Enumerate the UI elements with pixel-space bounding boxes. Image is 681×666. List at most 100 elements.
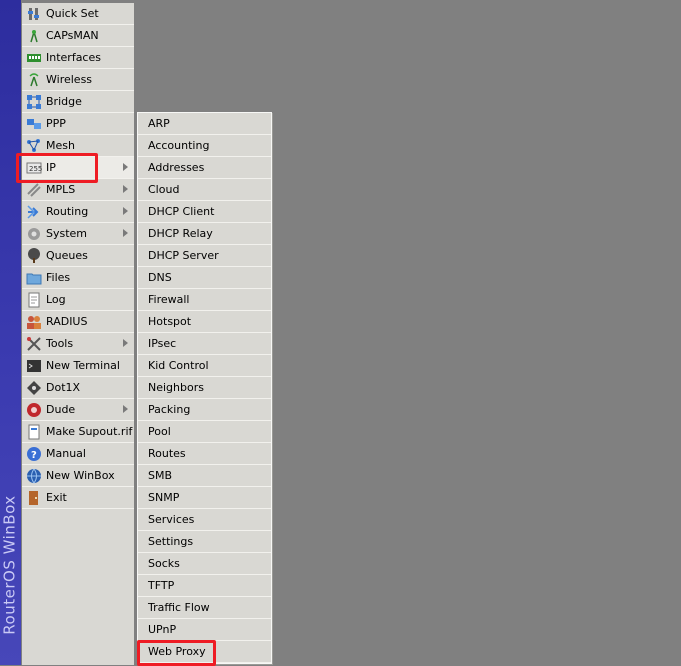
menu-item-files[interactable]: Files [22, 267, 134, 289]
ip-submenu-item-services[interactable]: Services [138, 509, 271, 531]
menu-item-label: PPP [46, 117, 66, 130]
menu-item-new-winbox[interactable]: New WinBox [22, 465, 134, 487]
main-menu: Quick Set CAPsMAN Interfaces Wireless Bridge… [22, 3, 134, 509]
menu-item-label: New WinBox [46, 469, 115, 482]
wireless-antenna-icon [26, 72, 42, 88]
ip-submenu-item-pool[interactable]: Pool [138, 421, 271, 443]
menu-item-label: Mesh [46, 139, 75, 152]
ip-icon: 255 [26, 160, 42, 176]
menu-item-dot1x[interactable]: Dot1X [22, 377, 134, 399]
ip-submenu-item-dhcp-client[interactable]: DHCP Client [138, 201, 271, 223]
menu-item-label: Interfaces [46, 51, 101, 64]
menu-item-quick-set[interactable]: Quick Set [22, 3, 134, 25]
exit-door-icon [26, 490, 42, 506]
menu-item-queues[interactable]: Queues [22, 245, 134, 267]
capsman-antenna-icon [26, 28, 42, 44]
menu-item-routing[interactable]: Routing [22, 201, 134, 223]
ip-submenu-item-ipsec[interactable]: IPsec [138, 333, 271, 355]
menu-item-label: Log [46, 293, 66, 306]
ip-submenu-item-smb[interactable]: SMB [138, 465, 271, 487]
ip-submenu-item-routes[interactable]: Routes [138, 443, 271, 465]
menu-item-label: Exit [46, 491, 67, 504]
submenu-arrow-icon [123, 185, 128, 193]
menu-item-exit[interactable]: Exit [22, 487, 134, 509]
submenu-arrow-icon [123, 339, 128, 347]
interfaces-card-icon [26, 50, 42, 66]
brand-label: RouterOS WinBox [1, 495, 19, 635]
menu-item-label: RADIUS [46, 315, 88, 328]
menu-item-label: Dude [46, 403, 76, 416]
menu-item-tools[interactable]: Tools [22, 333, 134, 355]
menu-item-label: Dot1X [46, 381, 81, 394]
ip-submenu-item-neighbors[interactable]: Neighbors [138, 377, 271, 399]
menu-item-ip[interactable]: 255 IP [22, 157, 134, 179]
menu-item-label: Manual [46, 447, 86, 460]
main-menu-filler [22, 509, 134, 665]
quick-set-icon [26, 6, 42, 22]
submenu-arrow-icon [123, 207, 128, 215]
winbox-brand-sidebar: RouterOS WinBox [0, 0, 21, 665]
ppp-icon [26, 116, 42, 132]
ip-submenu-item-web-proxy[interactable]: Web Proxy [138, 641, 271, 663]
menu-item-capsman[interactable]: CAPsMAN [22, 25, 134, 47]
menu-item-mpls[interactable]: MPLS [22, 179, 134, 201]
ip-submenu-item-cloud[interactable]: Cloud [138, 179, 271, 201]
ip-submenu-item-dns[interactable]: DNS [138, 267, 271, 289]
ip-submenu-item-accounting[interactable]: Accounting [138, 135, 271, 157]
menu-item-label: New Terminal [46, 359, 120, 372]
menu-item-bridge[interactable]: Bridge [22, 91, 134, 113]
ip-submenu-item-addresses[interactable]: Addresses [138, 157, 271, 179]
system-gear-icon [26, 226, 42, 242]
ip-submenu-item-upnp[interactable]: UPnP [138, 619, 271, 641]
menu-item-label: IP [46, 161, 56, 174]
ip-submenu-item-traffic-flow[interactable]: Traffic Flow [138, 597, 271, 619]
ip-submenu-item-tftp[interactable]: TFTP [138, 575, 271, 597]
svg-text:?: ? [31, 450, 37, 461]
menu-item-new-terminal[interactable]: New Terminal [22, 355, 134, 377]
ip-submenu-item-firewall[interactable]: Firewall [138, 289, 271, 311]
dot1x-icon [26, 380, 42, 396]
submenu-arrow-icon [123, 163, 128, 171]
menu-item-label: Queues [46, 249, 88, 262]
menu-item-log[interactable]: Log [22, 289, 134, 311]
menu-item-label: CAPsMAN [46, 29, 99, 42]
menu-item-label: Routing [46, 205, 89, 218]
help-icon: ? [26, 446, 42, 462]
ip-submenu-item-kid-control[interactable]: Kid Control [138, 355, 271, 377]
menu-item-ppp[interactable]: PPP [22, 113, 134, 135]
ip-submenu-item-socks[interactable]: Socks [138, 553, 271, 575]
log-page-icon [26, 292, 42, 308]
ip-submenu-item-hotspot[interactable]: Hotspot [138, 311, 271, 333]
menu-item-label: Tools [46, 337, 74, 350]
menu-item-interfaces[interactable]: Interfaces [22, 47, 134, 69]
submenu-arrow-icon [123, 229, 128, 237]
menu-item-label: Quick Set [46, 7, 99, 20]
routing-icon [26, 204, 42, 220]
ip-submenu-item-arp[interactable]: ARP [138, 113, 271, 135]
menu-item-label: Wireless [46, 73, 93, 86]
supout-file-icon [26, 424, 42, 440]
menu-item-label: Files [46, 271, 71, 284]
ip-submenu-item-packing[interactable]: Packing [138, 399, 271, 421]
ip-submenu-item-snmp[interactable]: SNMP [138, 487, 271, 509]
ip-submenu: ARP Accounting Addresses Cloud DHCP Client DH… [137, 112, 272, 664]
menu-item-system[interactable]: System [22, 223, 134, 245]
submenu-arrow-icon [123, 405, 128, 413]
menu-item-label: Make Supout.rif [46, 425, 133, 438]
menu-item-manual[interactable]: ? Manual [22, 443, 134, 465]
bridge-icon [26, 94, 42, 110]
queues-tree-icon [26, 247, 42, 264]
mpls-icon [26, 182, 42, 198]
menu-item-make-supout-rif[interactable]: Make Supout.rif [22, 421, 134, 443]
ip-submenu-item-dhcp-relay[interactable]: DHCP Relay [138, 223, 271, 245]
menu-item-dude[interactable]: Dude [22, 399, 134, 421]
menu-item-mesh[interactable]: Mesh [22, 135, 134, 157]
folder-icon [26, 270, 42, 286]
menu-item-label: Bridge [46, 95, 82, 108]
menu-item-radius[interactable]: RADIUS [22, 311, 134, 333]
ip-submenu-item-settings[interactable]: Settings [138, 531, 271, 553]
menu-item-label: System [46, 227, 88, 240]
menu-item-wireless[interactable]: Wireless [22, 69, 134, 91]
svg-text:255: 255 [29, 165, 42, 173]
ip-submenu-item-dhcp-server[interactable]: DHCP Server [138, 245, 271, 267]
